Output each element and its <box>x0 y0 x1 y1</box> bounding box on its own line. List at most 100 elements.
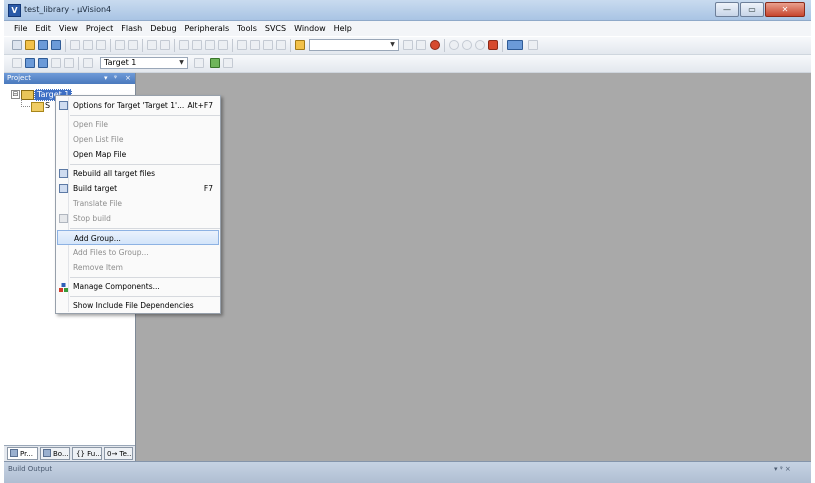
menu-svcs[interactable]: SVCS <box>261 24 290 33</box>
copy-icon[interactable] <box>83 40 93 50</box>
collapse-icon[interactable]: ⊟ <box>11 90 20 99</box>
new-file-icon[interactable] <box>12 40 22 50</box>
menu-item-stop-build[interactable]: Stop build <box>57 211 219 226</box>
menu-peripherals[interactable]: Peripherals <box>181 24 234 33</box>
menu-item-open-map-file[interactable]: Open Map File <box>57 147 219 162</box>
next-bookmark-icon[interactable] <box>205 40 215 50</box>
build-toolbar: Target 1 ▼ <box>4 55 811 73</box>
window-title: test_library - µVision4 <box>24 5 112 14</box>
pin-icon[interactable]: ᵠ <box>114 74 117 82</box>
menu-item-show-include-deps[interactable]: Show Include File Dependencies <box>57 298 219 313</box>
menu-item-add-files-to-group[interactable]: Add Files to Group... <box>57 245 219 260</box>
find-combo[interactable]: ▼ <box>309 39 399 51</box>
incremental-find-icon[interactable] <box>416 40 426 50</box>
window-controls: — ▭ ✕ <box>715 2 805 17</box>
menu-item-build-target[interactable]: Build target F7 <box>57 181 219 196</box>
window-layout-icon[interactable] <box>507 40 523 50</box>
panel-title: Project <box>7 74 31 82</box>
nav-back-icon[interactable] <box>147 40 157 50</box>
project-panel-header: Project ▾ ᵠ × <box>4 73 135 84</box>
chevron-down-icon[interactable]: ▼ <box>177 59 186 67</box>
save-all-icon[interactable] <box>51 40 61 50</box>
save-icon[interactable] <box>38 40 48 50</box>
unindent-icon[interactable] <box>250 40 260 50</box>
menu-bar: File Edit View Project Flash Debug Perip… <box>4 21 811 36</box>
indent-icon[interactable] <box>237 40 247 50</box>
build-icon <box>59 184 68 193</box>
menu-flash[interactable]: Flash <box>117 24 146 33</box>
manage-components-icon <box>59 282 68 292</box>
title-bar[interactable]: V test_library - µVision4 — ▭ ✕ <box>4 0 811 21</box>
menu-edit[interactable]: Edit <box>31 24 55 33</box>
comment-icon[interactable] <box>263 40 273 50</box>
maximize-button[interactable]: ▭ <box>740 2 764 17</box>
translate-icon[interactable] <box>12 58 22 68</box>
output-panel-controls[interactable]: ▾ ᵠ × <box>774 465 791 473</box>
open-file-icon[interactable] <box>25 40 35 50</box>
prev-bookmark-icon[interactable] <box>192 40 202 50</box>
clear-bookmarks-icon[interactable] <box>218 40 228 50</box>
folder-icon <box>31 102 44 112</box>
nav-forward-icon[interactable] <box>160 40 170 50</box>
menu-help[interactable]: Help <box>330 24 356 33</box>
uvision-app-icon: V <box>8 4 21 17</box>
output-title: Build Output <box>8 465 53 473</box>
menu-tools[interactable]: Tools <box>233 24 261 33</box>
tab-project[interactable]: Pr... <box>7 447 38 460</box>
configure-icon[interactable] <box>528 40 538 50</box>
enable-breakpoint-icon[interactable] <box>462 40 472 50</box>
menu-window[interactable]: Window <box>290 24 330 33</box>
close-button[interactable]: ✕ <box>765 2 805 17</box>
menu-item-add-group[interactable]: Add Group... <box>57 230 219 245</box>
batch-build-icon[interactable] <box>51 58 61 68</box>
books-tab-icon <box>43 449 51 457</box>
tab-templates[interactable]: 0→ Te... <box>104 447 133 460</box>
download-icon[interactable] <box>83 58 93 68</box>
rebuild-icon[interactable] <box>38 58 48 68</box>
project-tab-icon <box>10 449 18 457</box>
cut-icon[interactable] <box>70 40 80 50</box>
menu-file[interactable]: File <box>4 24 31 33</box>
find-icon[interactable] <box>403 40 413 50</box>
rebuild-icon <box>59 169 68 178</box>
tab-functions[interactable]: {} Fu... <box>72 447 102 460</box>
find-in-files-icon[interactable] <box>295 40 305 50</box>
menu-item-open-list-file[interactable]: Open List File <box>57 132 219 147</box>
target-select[interactable]: Target 1 ▼ <box>100 57 188 69</box>
manage-components-icon[interactable] <box>210 58 220 68</box>
chevron-down-icon[interactable]: ▼ <box>388 41 397 49</box>
bookmark-icon[interactable] <box>179 40 189 50</box>
undo-icon[interactable] <box>115 40 125 50</box>
panel-tabs: Pr... Bo... {} Fu... 0→ Te... <box>4 445 135 462</box>
menu-project[interactable]: Project <box>82 24 117 33</box>
paste-icon[interactable] <box>96 40 106 50</box>
tab-books[interactable]: Bo... <box>40 447 70 460</box>
menu-item-remove-item[interactable]: Remove Item <box>57 260 219 275</box>
menu-item-rebuild-all[interactable]: Rebuild all target files <box>57 166 219 181</box>
file-toolbar: ▼ <box>4 37 811 55</box>
menu-debug[interactable]: Debug <box>146 24 180 33</box>
menu-item-manage-components[interactable]: Manage Components... <box>57 279 219 294</box>
menu-view[interactable]: View <box>55 24 82 33</box>
minimize-button[interactable]: — <box>715 2 739 17</box>
stop-build-icon <box>59 214 68 223</box>
group-label: S <box>45 101 51 110</box>
insert-breakpoint-icon[interactable] <box>449 40 459 50</box>
panel-close-icon[interactable]: × <box>125 74 131 82</box>
uncomment-icon[interactable] <box>276 40 286 50</box>
panel-menu-icon[interactable]: ▾ <box>104 74 108 82</box>
multi-project-icon[interactable] <box>223 58 233 68</box>
options-wand-icon <box>59 101 68 110</box>
build-icon[interactable] <box>25 58 35 68</box>
target-context-menu: Options for Target 'Target 1'... Alt+F7 … <box>55 95 221 314</box>
menu-item-open-file[interactable]: Open File <box>57 117 219 132</box>
disable-breakpoints-icon[interactable] <box>475 40 485 50</box>
menu-item-translate-file[interactable]: Translate File <box>57 196 219 211</box>
menu-item-options-for-target[interactable]: Options for Target 'Target 1'... Alt+F7 <box>57 98 219 113</box>
uvision-window: V test_library - µVision4 — ▭ ✕ File Edi… <box>4 0 811 483</box>
redo-icon[interactable] <box>128 40 138 50</box>
target-options-icon[interactable] <box>194 58 204 68</box>
stop-build-icon[interactable] <box>64 58 74 68</box>
kill-breakpoints-icon[interactable] <box>488 40 498 50</box>
debug-session-icon[interactable] <box>430 40 440 50</box>
